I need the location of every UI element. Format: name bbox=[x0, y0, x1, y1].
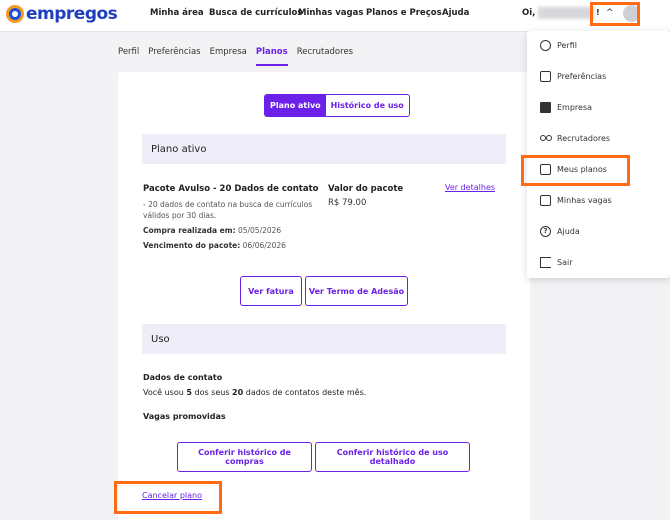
plan-description-line2: válidos por 30 dias. bbox=[143, 211, 217, 220]
menu-item-label: Ajuda bbox=[557, 226, 580, 236]
toggle-plano-ativo[interactable]: Plano ativo bbox=[265, 95, 326, 116]
package-value-amount: R$ 79.00 bbox=[328, 198, 367, 208]
purchase-date-label: Compra realizada em: bbox=[143, 226, 236, 235]
menu-item-perfil[interactable]: Perfil bbox=[540, 38, 577, 52]
promoted-jobs-title: Vagas promovidas bbox=[143, 412, 226, 421]
usage-text-post: dados de contatos deste mês. bbox=[245, 388, 367, 397]
menu-item-label: Sair bbox=[557, 257, 573, 267]
view-details-link[interactable]: Ver detalhes bbox=[445, 183, 495, 192]
package-value-label: Valor do pacote bbox=[328, 184, 404, 194]
menu-item-label: Empresa bbox=[557, 102, 593, 112]
exit-icon bbox=[540, 256, 551, 268]
usage-history-button[interactable]: Conferir histórico de uso detalhado bbox=[315, 442, 470, 472]
highlight-cancel-plan bbox=[114, 481, 222, 514]
expiry-date-row: Vencimento do pacote: 06/06/2026 bbox=[143, 240, 286, 251]
usage-used-count: 5 bbox=[186, 388, 192, 397]
tab-preferencias[interactable]: Preferências bbox=[148, 47, 200, 66]
menu-item-empresa[interactable]: Empresa bbox=[540, 100, 592, 114]
purchase-history-button[interactable]: Conferir histórico de compras bbox=[177, 442, 312, 472]
menu-item-recrutadores[interactable]: Recrutadores bbox=[540, 131, 610, 145]
nav-minha-area[interactable]: Minha área bbox=[150, 8, 204, 18]
menu-item-label: Minhas vagas bbox=[557, 195, 612, 205]
nav-ajuda[interactable]: Ajuda bbox=[442, 8, 469, 18]
usage-text-mid: dos seus bbox=[194, 388, 230, 397]
plan-description-line1: - 20 dados de contato na busca de curríc… bbox=[143, 200, 313, 209]
user-circle-icon bbox=[540, 39, 551, 51]
expiry-date-value: 06/06/2026 bbox=[242, 241, 286, 250]
menu-item-preferencias[interactable]: Preferências bbox=[540, 69, 606, 83]
menu-item-minhas-vagas[interactable]: Minhas vagas bbox=[540, 193, 612, 207]
usage-text-pre: Você usou bbox=[143, 388, 184, 397]
menu-item-ajuda[interactable]: ? Ajuda bbox=[540, 224, 580, 238]
purchase-date-row: Compra realizada em: 05/05/2026 bbox=[143, 225, 281, 236]
plan-view-toggle: Plano ativo Histórico de uso bbox=[264, 94, 410, 117]
people-icon bbox=[540, 133, 552, 144]
purchase-date-value: 05/05/2026 bbox=[237, 226, 282, 235]
nav-minhas-vagas[interactable]: Minhas vagas bbox=[298, 8, 363, 18]
preferences-icon bbox=[540, 70, 551, 82]
usage-summary: Você usou 5 dos seus 20 dados de contato… bbox=[143, 388, 366, 397]
menu-item-label: Perfil bbox=[557, 40, 578, 50]
usage-section-header: Uso bbox=[142, 324, 506, 354]
user-greeting: Oi, bbox=[522, 8, 536, 18]
highlight-meus-planos bbox=[521, 155, 630, 186]
account-tabs: Perfil Preferências Empresa Planos Recru… bbox=[118, 47, 362, 66]
briefcase-icon bbox=[540, 194, 551, 206]
expiry-date-label: Vencimento do pacote: bbox=[143, 241, 241, 250]
tab-empresa[interactable]: Empresa bbox=[210, 47, 247, 66]
usage-total-count: 20 bbox=[232, 388, 244, 397]
brand-logo[interactable]: empregos bbox=[6, 4, 118, 24]
view-terms-button[interactable]: Ver Termo de Adesão bbox=[305, 276, 408, 306]
tab-planos[interactable]: Planos bbox=[255, 47, 288, 66]
menu-item-label: Recrutadores bbox=[557, 133, 611, 143]
logo-text: empregos bbox=[26, 4, 118, 24]
nav-planos-precos[interactable]: Planos e Preços bbox=[366, 8, 442, 18]
menu-item-sair[interactable]: Sair bbox=[540, 255, 573, 269]
plan-name: Pacote Avulso - 20 Dados de contato bbox=[143, 184, 319, 194]
plan-section-header: Plano ativo bbox=[142, 134, 506, 164]
highlight-user-menu-toggle bbox=[590, 2, 640, 26]
contact-data-title: Dados de contato bbox=[143, 373, 223, 382]
tab-recrutadores[interactable]: Recrutadores bbox=[297, 47, 353, 66]
view-invoice-button[interactable]: Ver fatura bbox=[240, 276, 302, 306]
tab-perfil[interactable]: Perfil bbox=[118, 47, 139, 66]
nav-busca-curriculos[interactable]: Busca de currículos bbox=[209, 8, 302, 18]
logo-icon bbox=[6, 5, 24, 23]
help-icon: ? bbox=[540, 225, 551, 237]
building-icon bbox=[540, 101, 551, 113]
redacted-user-name bbox=[538, 7, 594, 19]
toggle-historico-uso[interactable]: Histórico de uso bbox=[325, 95, 409, 116]
menu-item-label: Preferências bbox=[557, 71, 607, 81]
